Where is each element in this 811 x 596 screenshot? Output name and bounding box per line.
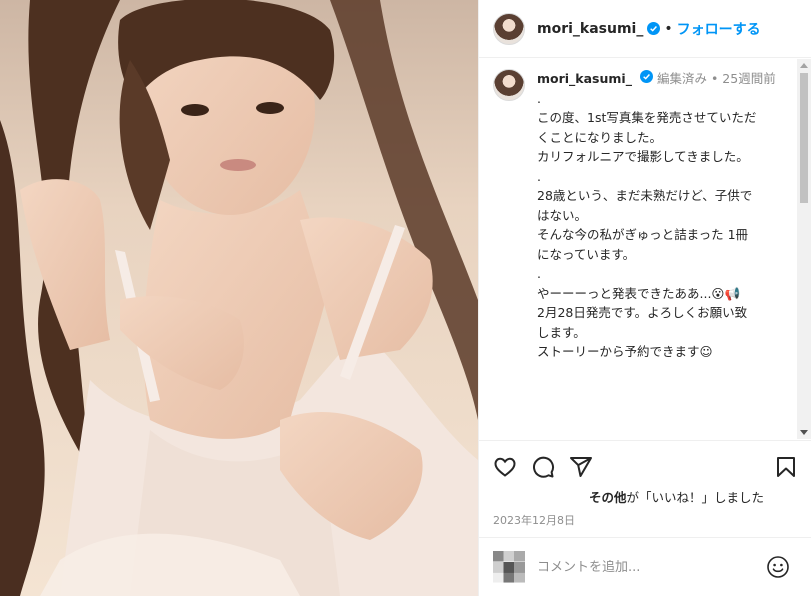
caption-line: やーーーっと発表できたああ...😮📢 — [537, 285, 741, 301]
caption-line: カリフォルニアで撮影してきました。 — [537, 149, 749, 164]
caption-line: します。 — [537, 324, 586, 340]
caption-line: ストーリーから予約できます☺ — [537, 344, 713, 359]
scroll-down-icon[interactable] — [800, 430, 808, 435]
photo-illustration — [0, 0, 478, 596]
post-photo[interactable] — [0, 0, 478, 596]
caption-line: . — [537, 168, 541, 184]
author-username[interactable]: mori_kasumi_ — [537, 21, 643, 37]
caption-scrollbar[interactable] — [797, 59, 811, 439]
share-icon[interactable] — [569, 455, 593, 479]
post-age[interactable]: 25週間前 — [722, 71, 775, 86]
caption-author-avatar[interactable] — [493, 69, 525, 101]
caption-line: . — [537, 266, 541, 281]
comment-icon[interactable] — [531, 455, 555, 479]
heart-icon[interactable] — [493, 455, 517, 479]
post-actions: その他が「いいね！」しました 2023年12月8日 — [479, 440, 811, 550]
bookmark-icon[interactable] — [774, 455, 798, 479]
verified-badge-icon — [647, 22, 661, 35]
smiley-icon[interactable] — [766, 555, 790, 579]
post-header: mori_kasumi_ • フォローする — [479, 0, 811, 58]
caption-body: mori_kasumi_ 編集済み • 25週間前 . この度、1st写真集を発… — [537, 69, 789, 439]
caption-verified-icon — [639, 70, 653, 83]
comment-bar — [479, 537, 811, 596]
header-separator: • — [664, 20, 673, 37]
caption-line: この度、1st写真集を発売させていただ — [537, 110, 757, 125]
likes-others-link[interactable]: その他 — [589, 490, 627, 505]
scroll-up-icon[interactable] — [800, 63, 808, 68]
follow-button[interactable]: フォローする — [677, 19, 761, 39]
post-modal: mori_kasumi_ • フォローする mori_kasumi_ 編集済み … — [0, 0, 811, 596]
caption-area: mori_kasumi_ 編集済み • 25週間前 . この度、1st写真集を発… — [479, 59, 797, 439]
author-avatar[interactable] — [493, 12, 525, 45]
caption-line: そんな今の私がぎゅっと詰まった 1冊 — [537, 227, 749, 242]
caption-text: . この度、1st写真集を発売させていただ くことになりました。 カリフォルニア… — [537, 89, 789, 362]
caption-separator: • — [710, 71, 719, 86]
caption-line: 2月28日発売です。よろしくお願い致 — [537, 305, 748, 320]
caption-line: になっています。 — [537, 246, 636, 262]
edited-label: 編集済み — [656, 71, 707, 86]
post-side-panel: mori_kasumi_ • フォローする mori_kasumi_ 編集済み … — [478, 0, 811, 596]
scrollbar-thumb[interactable] — [800, 73, 808, 203]
post-date[interactable]: 2023年12月8日 — [479, 512, 811, 528]
action-icons — [479, 441, 811, 493]
caption-line: はない。 — [537, 207, 588, 223]
likes-text: が「いいね！」しました — [626, 490, 765, 505]
viewer-avatar — [493, 551, 525, 583]
caption-line: くことになりました。 — [537, 129, 663, 145]
comment-input[interactable] — [537, 559, 757, 575]
caption-line: . — [537, 90, 541, 106]
likes-summary: その他が「いいね！」しました — [479, 487, 811, 506]
caption-line: 28歳という、まだ未熟だけど、子供で — [537, 188, 753, 203]
caption-username[interactable]: mori_kasumi_ — [537, 71, 632, 86]
